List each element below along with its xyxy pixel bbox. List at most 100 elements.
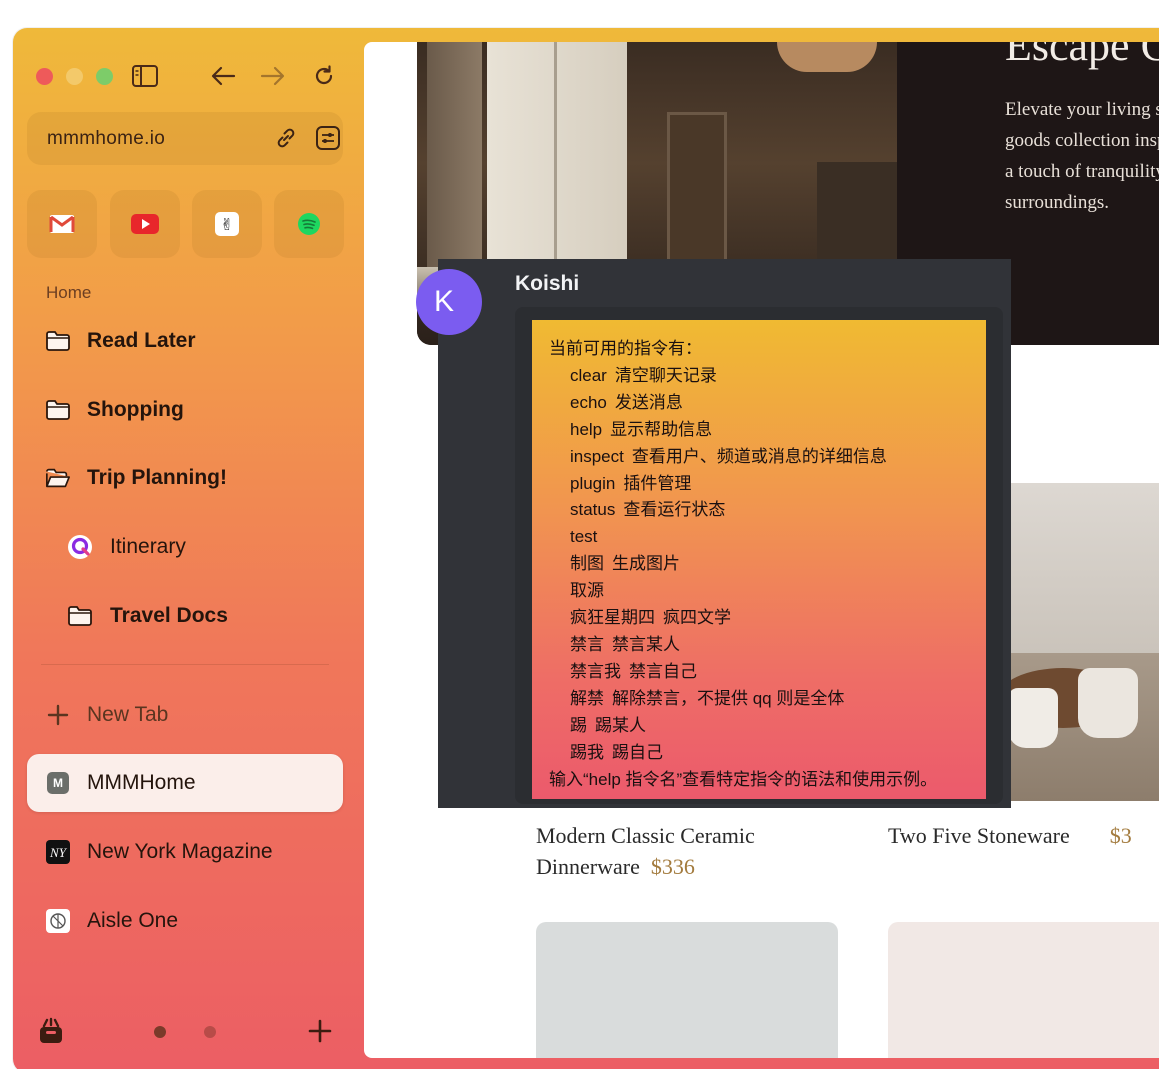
command-name: help — [570, 419, 603, 439]
site-settings-icon[interactable] — [315, 125, 341, 151]
command-name: clear — [570, 365, 607, 385]
command-description: 清空聊天记录 — [614, 365, 717, 385]
tab-mmmhome[interactable]: M MMMHome — [27, 754, 343, 812]
command-description: 插件管理 — [623, 473, 692, 493]
space-dot[interactable] — [204, 1026, 216, 1038]
product-image-placeholder[interactable] — [536, 922, 838, 1058]
product-card-dinnerware[interactable]: Modern Classic Ceramic Dinnerware $336 — [536, 820, 755, 882]
reload-icon[interactable] — [310, 62, 338, 90]
tab-label: New York Magazine — [87, 840, 273, 863]
sidebar-folder-label: Shopping — [87, 398, 184, 421]
sidebar-divider — [41, 664, 329, 665]
gmail-icon[interactable] — [27, 190, 97, 258]
help-command-row: 解禁 解除禁言，不提供 qq 则是全体 — [549, 686, 986, 713]
help-card: 当前可用的指令有： clear 清空聊天记录 echo 发送消息 help 显示帮助信息 i… — [532, 320, 986, 799]
tab-new-york-magazine[interactable]: NY New York Magazine — [27, 823, 343, 881]
help-command-row: 踢我 踢自己 — [549, 740, 986, 767]
spotify-icon[interactable] — [274, 190, 344, 258]
sidebar-folder-label: Trip Planning! — [87, 466, 227, 489]
zoom-window-button[interactable] — [96, 68, 113, 85]
command-description: 禁言自己 — [629, 661, 697, 681]
sidebar-folder-trip-planning[interactable]: Trip Planning! — [27, 449, 343, 507]
svg-text:NY: NY — [49, 845, 68, 860]
command-name: 踢我 — [570, 742, 604, 762]
new-tab-label: New Tab — [87, 703, 169, 726]
command-name: 解禁 — [570, 688, 604, 708]
koishi-chat-panel: K Koishi 当前可用的指令有： clear 清空聊天记录 echo 发送消息 he… — [416, 259, 1011, 808]
command-name: status — [570, 500, 616, 520]
nymag-favicon: NY — [45, 839, 71, 865]
command-description: 踢自己 — [612, 742, 663, 762]
hero-title: Escape Co — [1005, 42, 1159, 70]
command-description: 禁言某人 — [612, 634, 680, 654]
sidebar-toggle-icon[interactable] — [131, 62, 159, 90]
close-window-button[interactable] — [36, 68, 53, 85]
chat-message: 当前可用的指令有： clear 清空聊天记录 echo 发送消息 help 显示帮助信息 i… — [515, 307, 1003, 804]
sidebar-folder-travel-docs[interactable]: Travel Docs — [27, 587, 343, 645]
folder-icon — [45, 397, 71, 423]
itinerary-app-icon — [67, 534, 93, 560]
help-command-row: 禁言 禁言某人 — [549, 632, 986, 659]
chat-username[interactable]: Koishi — [515, 272, 579, 296]
help-command-row: 禁言我 禁言自己 — [549, 659, 986, 686]
command-description: 踢某人 — [595, 715, 646, 735]
help-command-row: help 显示帮助信息 — [549, 417, 986, 444]
url-text: mmmhome.io — [47, 127, 166, 149]
command-name: 制图 — [570, 554, 604, 574]
product-card-stoneware[interactable]: Two Five Stoneware $3 — [888, 820, 1132, 851]
space-dot-active[interactable] — [154, 1026, 166, 1038]
folder-icon — [67, 603, 93, 629]
sidebar-bottom-bar — [13, 1013, 363, 1053]
product-price: $3 — [1109, 823, 1132, 848]
command-name: plugin — [570, 473, 616, 493]
help-command-row: clear 清空聊天记录 — [549, 363, 986, 390]
tab-aisle-one[interactable]: Aisle One — [27, 892, 343, 950]
sidebar-folder-label: Travel Docs — [110, 604, 228, 627]
help-command-row: echo 发送消息 — [549, 390, 986, 417]
hero-description: Elevate your living spa goods collection… — [1005, 99, 1159, 213]
forward-arrow-icon[interactable] — [259, 62, 287, 90]
help-command-row: 疯狂星期四 疯四文学 — [549, 605, 986, 632]
command-name: 禁言我 — [570, 661, 621, 681]
help-command-row: 取源 — [549, 578, 986, 605]
sidebar-folder-read-later[interactable]: Read Later — [27, 312, 343, 370]
command-description: 解除禁言，不提供 qq 则是全体 — [612, 688, 845, 708]
link-icon[interactable] — [273, 125, 299, 151]
aisle-one-favicon — [45, 908, 71, 934]
product-image-placeholder[interactable] — [888, 922, 1159, 1058]
add-space-icon[interactable] — [308, 1019, 332, 1048]
open-folder-icon — [45, 465, 71, 491]
svg-text:✌: ✌ — [220, 215, 233, 234]
command-description: 显示帮助信息 — [610, 419, 713, 439]
sidebar-item-itinerary[interactable]: Itinerary — [27, 518, 343, 576]
library-icon[interactable] — [38, 1017, 64, 1050]
koishi-avatar[interactable]: K — [416, 269, 482, 335]
folder-icon — [45, 328, 71, 354]
plus-icon — [45, 702, 71, 728]
help-command-row: 踢踢某人 — [549, 713, 986, 740]
angellist-icon[interactable]: ✌ — [192, 190, 262, 258]
command-description: 发送消息 — [614, 392, 683, 412]
new-tab-button[interactable]: New Tab — [27, 686, 343, 744]
help-command-row: status 查看运行状态 — [549, 497, 986, 524]
help-footer: 输入“help 指令名”查看特定指令的语法和使用示例。 — [549, 769, 938, 789]
command-name: test — [570, 527, 598, 547]
command-name: echo — [570, 392, 607, 412]
sidebar-item-label: Itinerary — [110, 535, 186, 558]
section-label-home: Home — [46, 283, 92, 302]
product-price: $336 — [650, 854, 695, 879]
command-description: 查看运行状态 — [623, 500, 726, 520]
command-name: 疯狂星期四 — [570, 608, 655, 628]
minimize-window-button[interactable] — [66, 68, 83, 85]
tab-label: Aisle One — [87, 909, 179, 932]
sidebar-folder-shopping[interactable]: Shopping — [27, 381, 343, 439]
command-name: 踢 — [570, 715, 587, 735]
youtube-icon[interactable] — [110, 190, 180, 258]
help-title: 当前可用的指令有： — [549, 339, 702, 358]
back-arrow-icon[interactable] — [209, 62, 237, 90]
command-name: 取源 — [570, 581, 604, 601]
command-description: 查看用户、频道或消息的详细信息 — [631, 446, 887, 466]
url-bar[interactable]: mmmhome.io — [27, 112, 343, 165]
sidebar-folder-label: Read Later — [87, 329, 196, 352]
command-name: inspect — [570, 446, 624, 466]
